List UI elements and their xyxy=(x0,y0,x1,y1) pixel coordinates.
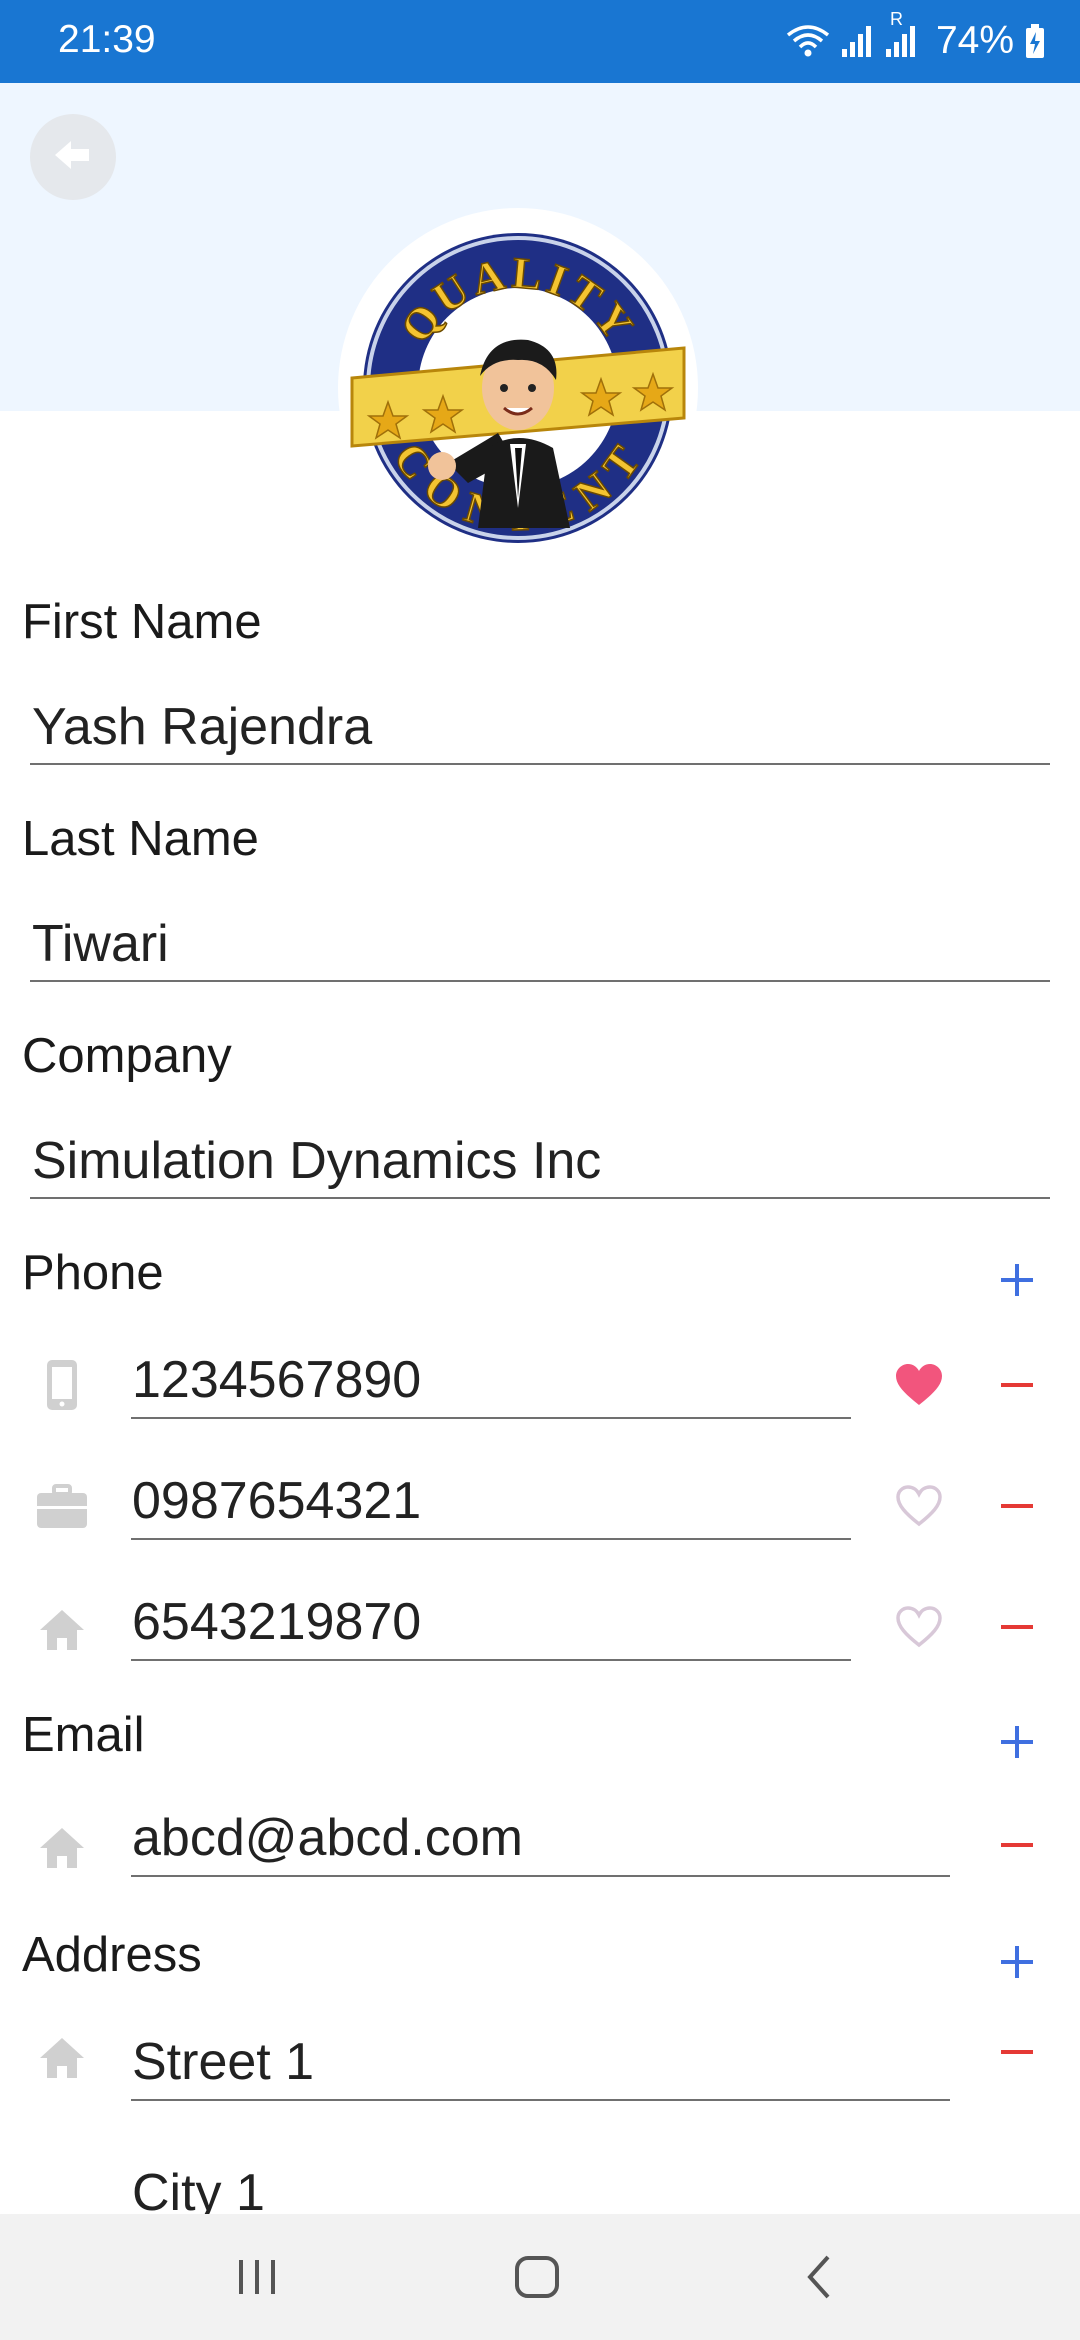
signal-roaming-icon: R xyxy=(884,9,918,59)
email-input[interactable]: abcd@abcd.com xyxy=(132,1808,523,1868)
heart-outline-icon xyxy=(896,1485,942,1527)
remove-phone-button[interactable] xyxy=(987,1355,1047,1415)
last-name-label: Last Name xyxy=(22,812,259,866)
last-name-input[interactable]: Tiwari xyxy=(32,914,169,974)
status-icons: R 74% xyxy=(786,9,1046,66)
signal-icon xyxy=(840,23,874,59)
recents-icon xyxy=(239,2260,275,2294)
back-arrow-icon xyxy=(53,138,93,177)
minus-icon xyxy=(1001,2050,1033,2054)
favorite-phone-button[interactable] xyxy=(889,1597,949,1657)
roaming-indicator: R xyxy=(889,9,903,29)
plus-icon xyxy=(1001,1264,1033,1296)
first-name-label: First Name xyxy=(22,595,262,649)
battery-percent: 74% xyxy=(935,19,1014,62)
minus-icon xyxy=(1001,1504,1033,1508)
phone-input[interactable]: 1234567890 xyxy=(132,1350,421,1410)
add-email-button[interactable] xyxy=(987,1712,1047,1772)
first-name-input[interactable]: Yash Rajendra xyxy=(32,697,372,757)
favorite-phone-button[interactable] xyxy=(889,1355,949,1415)
street-underline xyxy=(131,2099,950,2101)
first-name-underline xyxy=(30,763,1050,765)
system-nav-bar xyxy=(0,2214,1080,2340)
company-input[interactable]: Simulation Dynamics Inc xyxy=(32,1131,601,1191)
plus-icon xyxy=(1001,1946,1033,1978)
remove-phone-button[interactable] xyxy=(987,1476,1047,1536)
wifi-icon xyxy=(786,23,830,59)
home-nav-icon xyxy=(515,2256,559,2298)
briefcase-icon xyxy=(32,1477,92,1537)
back-button[interactable] xyxy=(30,114,116,200)
add-phone-button[interactable] xyxy=(987,1250,1047,1310)
battery-charging-icon xyxy=(1024,23,1046,59)
quality-content-logo: QUALITY CONTENT xyxy=(350,220,686,556)
mobile-icon xyxy=(32,1355,92,1415)
phone-underline xyxy=(131,1659,851,1661)
back-nav-button[interactable] xyxy=(774,2242,864,2312)
heart-outline-icon xyxy=(896,1606,942,1648)
phone-input[interactable]: 0987654321 xyxy=(132,1471,421,1531)
phone-underline xyxy=(131,1417,851,1419)
address-label: Address xyxy=(22,1928,202,1982)
minus-icon xyxy=(1001,1843,1033,1847)
phone-label: Phone xyxy=(22,1246,164,1300)
email-label: Email xyxy=(22,1708,145,1762)
phone-underline xyxy=(131,1538,851,1540)
avatar[interactable]: QUALITY CONTENT xyxy=(338,208,698,568)
recent-apps-button[interactable] xyxy=(212,2242,302,2312)
heart-filled-icon xyxy=(896,1364,942,1405)
plus-icon xyxy=(1001,1726,1033,1758)
email-underline xyxy=(131,1875,950,1877)
favorite-phone-button[interactable] xyxy=(889,1476,949,1536)
status-bar: 21:39 R 74% xyxy=(0,0,1080,83)
company-underline xyxy=(30,1197,1050,1199)
last-name-underline xyxy=(30,980,1050,982)
phone-input[interactable]: 6543219870 xyxy=(132,1592,421,1652)
remove-address-button[interactable] xyxy=(987,2022,1047,2082)
home-button[interactable] xyxy=(492,2242,582,2312)
add-address-button[interactable] xyxy=(987,1932,1047,1992)
remove-email-button[interactable] xyxy=(987,1815,1047,1875)
minus-icon xyxy=(1001,1383,1033,1387)
home-icon xyxy=(32,1600,92,1660)
home-icon xyxy=(32,2028,92,2088)
minus-icon xyxy=(1001,1625,1033,1629)
status-time: 21:39 xyxy=(58,18,156,61)
home-icon xyxy=(32,1818,92,1878)
company-label: Company xyxy=(22,1029,232,1083)
street-input[interactable]: Street 1 xyxy=(132,2032,314,2092)
remove-phone-button[interactable] xyxy=(987,1597,1047,1657)
back-chevron-icon xyxy=(807,2255,830,2299)
